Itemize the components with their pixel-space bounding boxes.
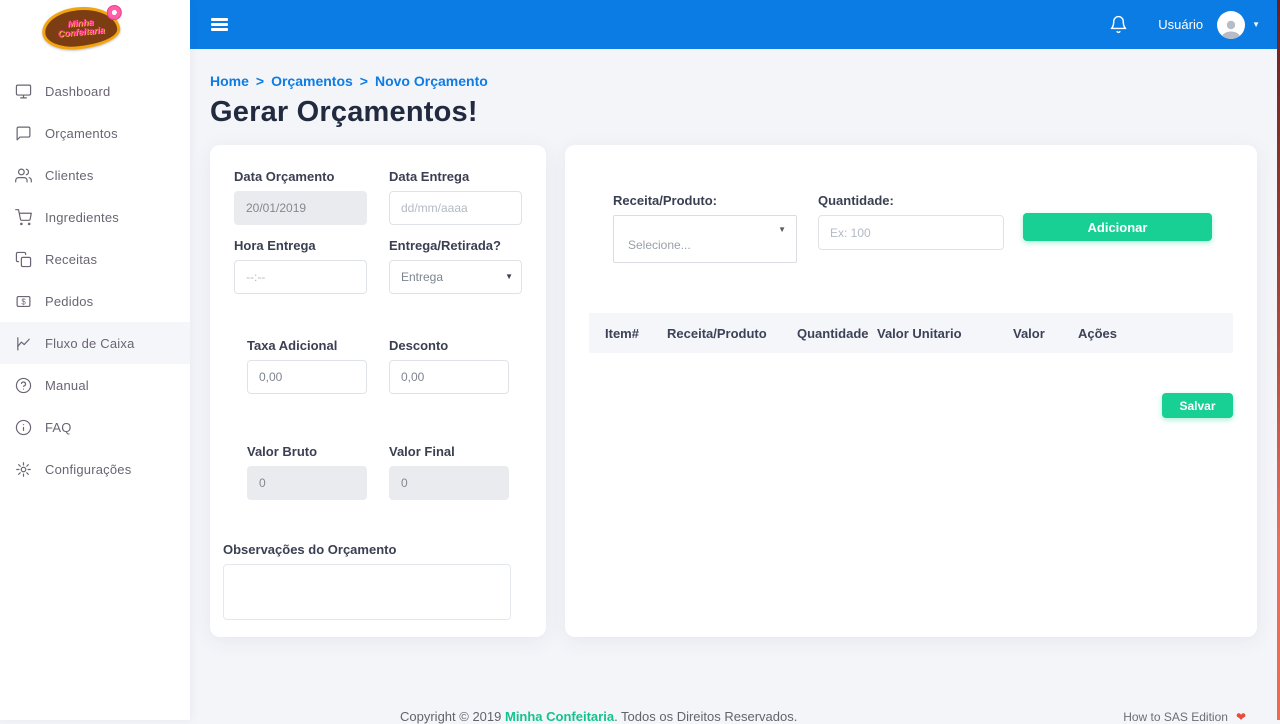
info-circle-icon: [15, 419, 32, 436]
svg-text:$: $: [21, 297, 26, 306]
sidebar-item-label: Orçamentos: [45, 126, 118, 141]
sidebar-item-label: Manual: [45, 378, 89, 393]
sidebar-item-ingredientes[interactable]: Ingredientes: [0, 196, 190, 238]
monitor-icon: [15, 83, 32, 100]
table-header-item: Item#: [605, 326, 667, 341]
copy-icon: [15, 251, 32, 268]
logo-image: Minha Confeitaria: [40, 4, 121, 53]
quantidade-field[interactable]: [818, 215, 1004, 250]
sidebar-item-label: Clientes: [45, 168, 94, 183]
footer: Copyright © 2019 Minha Confeitaria. Todo…: [400, 709, 1246, 724]
sidebar-item-faq[interactable]: FAQ: [0, 406, 190, 448]
receita-produto-select[interactable]: Selecione... ▼: [613, 215, 797, 263]
sidebar-item-label: Receitas: [45, 252, 97, 267]
sidebar-item-label: Ingredientes: [45, 210, 119, 225]
sidebar-item-receitas[interactable]: Receitas: [0, 238, 190, 280]
data-orcamento-label: Data Orçamento: [234, 169, 367, 184]
desconto-field[interactable]: [389, 360, 509, 394]
copyright-suffix: . Todos os Direitos Reservados.: [614, 709, 797, 724]
sidebar-item-label: Configurações: [45, 462, 131, 477]
app-root: Minha Confeitaria Dashboard Orçamentos: [0, 0, 1280, 720]
breadcrumb-orcamentos[interactable]: Orçamentos: [271, 73, 353, 89]
cart-icon: [15, 209, 32, 226]
sidebar-item-manual[interactable]: Manual: [0, 364, 190, 406]
hamburger-menu-icon[interactable]: [211, 18, 228, 31]
quantidade-label: Quantidade:: [818, 193, 1004, 208]
main-area: Usuário ▼ Home > Orçamentos > Novo Orçam…: [190, 0, 1280, 720]
user-menu-label[interactable]: Usuário: [1158, 17, 1203, 32]
line-chart-icon: [15, 335, 32, 352]
table-header-quantidade: Quantidade: [797, 326, 877, 341]
valor-bruto-label: Valor Bruto: [247, 444, 367, 459]
adicionar-button[interactable]: Adicionar: [1023, 213, 1212, 241]
valor-final-field: [389, 466, 509, 500]
sidebar-item-fluxo-de-caixa[interactable]: Fluxo de Caixa: [0, 322, 190, 364]
copyright-prefix: Copyright © 2019: [400, 709, 505, 724]
select-caret-icon: ▼: [778, 225, 786, 234]
data-entrega-label: Data Entrega: [389, 169, 522, 184]
sidebar-item-orcamentos[interactable]: Orçamentos: [0, 112, 190, 154]
desconto-label: Desconto: [389, 338, 509, 353]
observacoes-field[interactable]: [223, 564, 511, 620]
copyright-brand-link[interactable]: Minha Confeitaria: [505, 709, 614, 724]
data-entrega-field[interactable]: [389, 191, 522, 225]
avatar[interactable]: [1217, 11, 1245, 39]
receita-produto-label: Receita/Produto:: [613, 193, 797, 208]
taxa-adicional-label: Taxa Adicional: [247, 338, 367, 353]
sidebar-item-clientes[interactable]: Clientes: [0, 154, 190, 196]
entrega-retirada-select[interactable]: Entrega: [389, 260, 522, 294]
breadcrumb-separator: >: [256, 73, 264, 89]
taxa-adicional-field[interactable]: [247, 360, 367, 394]
page-content: Home > Orçamentos > Novo Orçamento Gerar…: [190, 49, 1280, 637]
breadcrumb-separator: >: [360, 73, 368, 89]
sidebar-nav: Dashboard Orçamentos Clientes Ingredient…: [0, 56, 190, 490]
table-header-acoes: Ações: [1078, 326, 1233, 341]
sidebar-item-label: Fluxo de Caixa: [45, 336, 135, 351]
help-circle-icon: [15, 377, 32, 394]
footer-right-text: How to SAS Edition ❤: [1123, 709, 1246, 724]
breadcrumb-home[interactable]: Home: [210, 73, 249, 89]
items-table-header: Item# Receita/Produto Quantidade Valor U…: [589, 313, 1233, 353]
budget-form-card: Data Orçamento Data Entrega Hora Entrega: [210, 145, 546, 637]
gear-icon: [15, 461, 32, 478]
receita-produto-placeholder: Selecione...: [628, 238, 691, 252]
app-logo[interactable]: Minha Confeitaria: [0, 0, 190, 56]
sidebar-item-pedidos[interactable]: $ Pedidos: [0, 280, 190, 322]
topbar: Usuário ▼: [190, 0, 1280, 49]
bell-icon[interactable]: [1109, 15, 1128, 34]
entrega-retirada-label: Entrega/Retirada?: [389, 238, 522, 253]
breadcrumb-novo-orcamento[interactable]: Novo Orçamento: [375, 73, 488, 89]
data-orcamento-field: [234, 191, 367, 225]
hora-entrega-field[interactable]: [234, 260, 367, 294]
heart-icon: ❤: [1236, 710, 1246, 724]
table-header-valor: Valor: [1013, 326, 1078, 341]
chat-bubble-icon: [15, 125, 32, 142]
users-icon: [15, 167, 32, 184]
table-header-valor-unitario: Valor Unitario: [877, 326, 1013, 341]
valor-bruto-field: [247, 466, 367, 500]
footer-edition-label: How to SAS Edition: [1123, 710, 1228, 724]
dollar-box-icon: $: [15, 293, 32, 310]
copyright-text: Copyright © 2019 Minha Confeitaria. Todo…: [400, 709, 797, 724]
valor-final-label: Valor Final: [389, 444, 509, 459]
logo-text: Minha Confeitaria: [57, 17, 105, 39]
sidebar-item-dashboard[interactable]: Dashboard: [0, 70, 190, 112]
salvar-button[interactable]: Salvar: [1162, 393, 1233, 418]
table-header-receita-produto: Receita/Produto: [667, 326, 797, 341]
chevron-down-icon[interactable]: ▼: [1252, 20, 1260, 29]
sidebar-item-label: Dashboard: [45, 84, 110, 99]
sidebar: Minha Confeitaria Dashboard Orçamentos: [0, 0, 190, 720]
breadcrumb: Home > Orçamentos > Novo Orçamento: [210, 73, 1257, 89]
sidebar-item-label: Pedidos: [45, 294, 93, 309]
sidebar-item-configuracoes[interactable]: Configurações: [0, 448, 190, 490]
page-title: Gerar Orçamentos!: [210, 96, 1257, 129]
sidebar-item-label: FAQ: [45, 420, 72, 435]
observacoes-label: Observações do Orçamento: [223, 542, 522, 557]
budget-items-card: Receita/Produto: Selecione... ▼ Quantida…: [565, 145, 1257, 637]
donut-icon: [106, 4, 122, 20]
hora-entrega-label: Hora Entrega: [234, 238, 367, 253]
